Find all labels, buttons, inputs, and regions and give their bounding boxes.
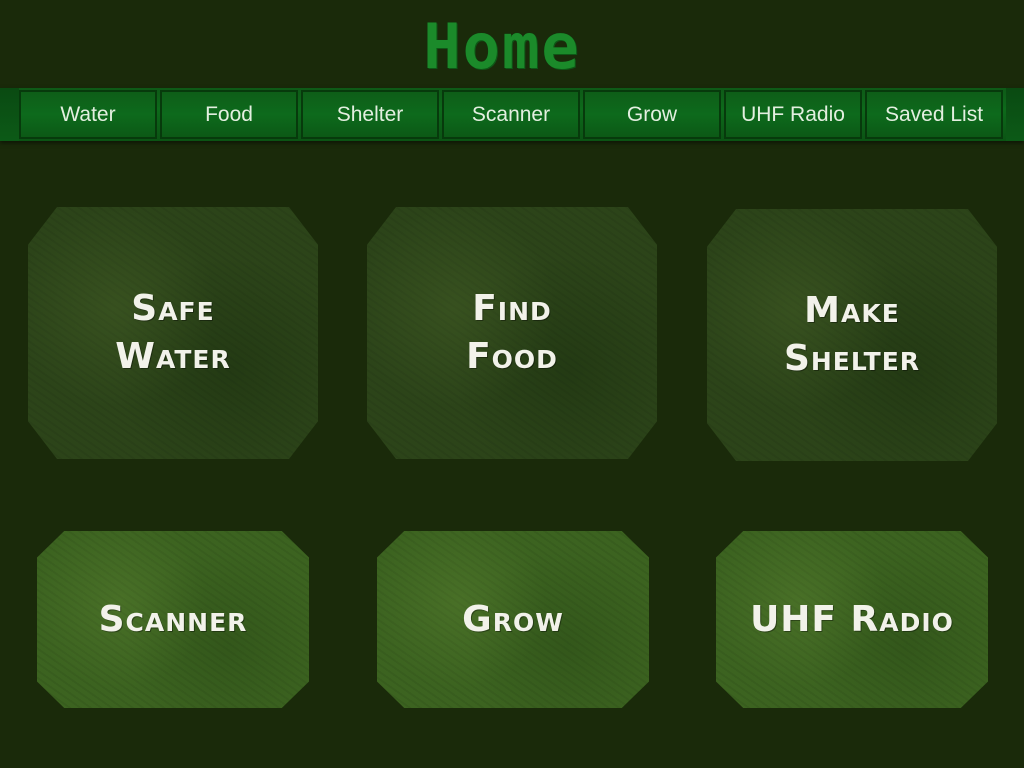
tab-water[interactable]: Water bbox=[19, 90, 157, 139]
make-shelter-button[interactable]: Make Shelter bbox=[707, 209, 997, 461]
nav-bar-edge-right bbox=[1006, 88, 1024, 141]
find-food-button[interactable]: Find Food bbox=[367, 207, 657, 459]
tab-uhf-radio[interactable]: UHF Radio bbox=[724, 90, 862, 139]
make-shelter-label: Make Shelter bbox=[783, 290, 921, 379]
tab-shelter[interactable]: Shelter bbox=[301, 90, 439, 139]
tab-food[interactable]: Food bbox=[160, 90, 298, 139]
find-food-label: Find Food bbox=[466, 288, 558, 377]
grow-button[interactable]: Grow bbox=[377, 531, 649, 708]
uhf-radio-label: UHF Radio bbox=[750, 598, 954, 640]
safe-water-button[interactable]: Safe Water bbox=[28, 207, 318, 459]
tab-scanner[interactable]: Scanner bbox=[442, 90, 580, 139]
safe-water-label: Safe Water bbox=[115, 288, 231, 377]
scanner-label: Scanner bbox=[98, 598, 248, 640]
nav-bar: Water Food Shelter Scanner Grow UHF Radi… bbox=[0, 88, 1024, 141]
uhf-radio-button[interactable]: UHF Radio bbox=[716, 531, 988, 708]
grow-label: Grow bbox=[462, 598, 564, 640]
home-screen: Home Water Food Shelter Scanner Grow UHF… bbox=[0, 0, 1024, 768]
scanner-button[interactable]: Scanner bbox=[37, 531, 309, 708]
tab-saved-list[interactable]: Saved List bbox=[865, 90, 1003, 139]
nav-bar-edge-left bbox=[0, 88, 19, 141]
page-title: Home bbox=[423, 10, 581, 83]
tab-grow[interactable]: Grow bbox=[583, 90, 721, 139]
